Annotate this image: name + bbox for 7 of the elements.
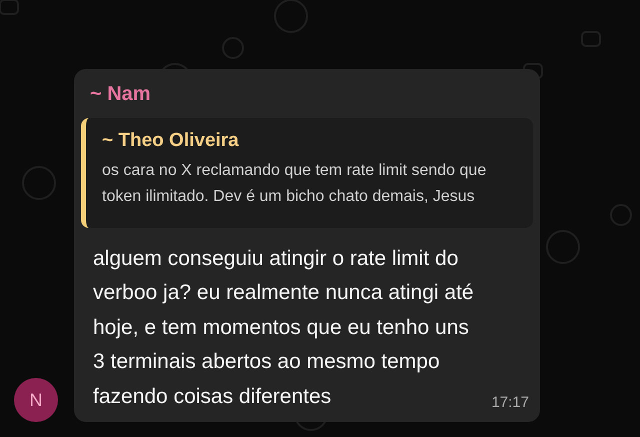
avatar[interactable]: N [14,378,58,422]
message-time: 17:17 [491,394,529,413]
quote-text: os cara no X reclamando que tem rate limit sendo que token ilimitado. Dev é um bicho chato demais, Jesus [102,160,488,206]
quoted-message[interactable]: ~ Theo Oliveira os cara no X reclamando que tem rate limit sendo que token ilimitado. Dev é um bicho chato demais, Jesus [81,118,533,228]
sender-name: ~ Nam [89,82,151,106]
message-text: alguem conseguiu atingir o rate limit do verboo ja? eu realmente nunca atingi até hoje, e tem momentos que eu tenho uns 3 terminais abertos ao mesmo tempo fazendo coisas diferentes [93,246,475,410]
quote-author: ~ Theo Oliveira [102,130,239,152]
